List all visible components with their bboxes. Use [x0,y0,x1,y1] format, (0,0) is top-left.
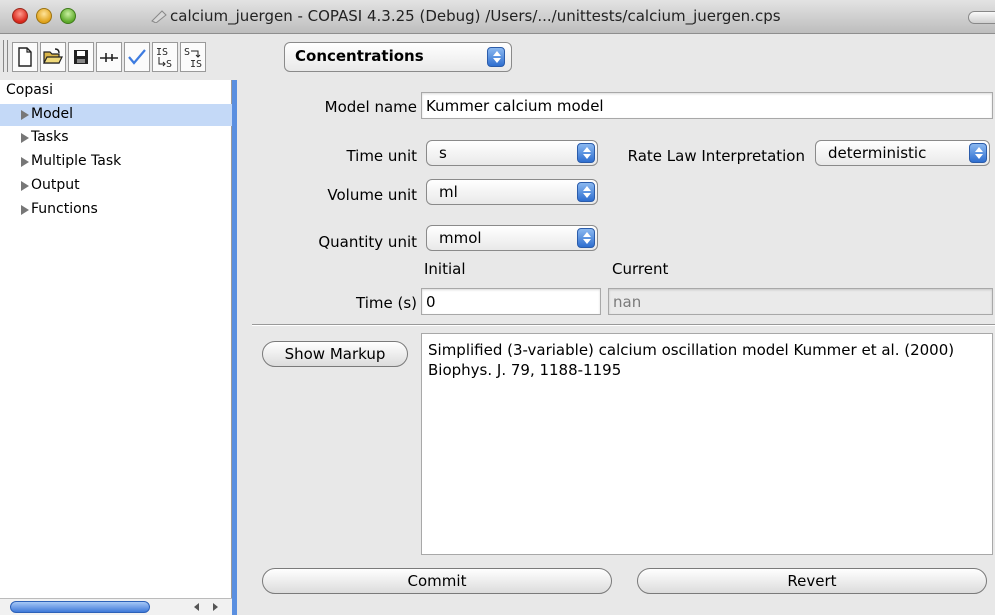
initial-column-header: Initial [424,260,466,278]
model-notes-textarea[interactable]: Simplified (3-variable) calcium oscillat… [421,333,993,555]
zoom-window-button[interactable] [60,8,76,24]
chevron-updown-icon [577,143,595,163]
commit-button[interactable]: Commit [262,568,612,594]
scroll-left-icon[interactable] [190,601,204,613]
toolbar-toggle-button[interactable] [968,11,995,24]
rate-law-value: deterministic [828,144,927,162]
time-current-field: nan [608,288,993,315]
quantity-mode-value: Concentrations [295,47,424,65]
tree-item-output[interactable]: Output [0,175,232,197]
tree-item-label: Model [31,106,74,122]
expand-arrow-icon[interactable] [21,110,29,120]
volume-unit-select[interactable]: ml [426,179,598,205]
is-to-s-button[interactable]: IS S [152,42,178,72]
svg-text:IS: IS [190,59,202,69]
object-tree: Copasi Model Tasks Multiple Task Output … [0,80,232,615]
panel-splitter[interactable] [232,80,237,615]
sliders-icon [100,53,118,62]
window-titlebar: calcium_juergen - COPASI 4.3.25 (Debug) … [0,0,995,34]
tree-item-label: Functions [31,201,98,217]
quantity-unit-value: mmol [439,229,482,247]
quantity-unit-label: Quantity unit [318,233,417,251]
tree-item-functions[interactable]: Functions [0,199,232,221]
new-document-button[interactable] [12,42,38,72]
expand-arrow-icon[interactable] [21,133,29,143]
tree-item-label: Output [31,177,80,193]
is-to-s-icon: ISS [156,47,172,69]
rate-law-label: Rate Law Interpretation [627,147,805,165]
sliders-button[interactable] [96,42,122,72]
time-initial-field[interactable]: 0 [421,288,601,315]
chevron-updown-icon [487,47,505,67]
time-unit-label: Time unit [346,147,417,165]
scroll-right-icon[interactable] [208,601,222,613]
quantity-unit-select[interactable]: mmol [426,225,598,251]
svg-text:IS: IS [156,47,168,58]
section-divider [252,324,995,326]
tree-root[interactable]: Copasi [6,82,53,98]
tree-item-label: Multiple Task [31,153,122,169]
minimize-window-button[interactable] [36,8,52,24]
chevron-updown-icon [577,182,595,202]
tree-item-label: Tasks [31,129,69,145]
s-to-is-button[interactable]: S IS [180,42,206,72]
open-button[interactable] [40,42,66,72]
check-icon [128,49,146,65]
document-proxy-icon[interactable] [150,9,168,23]
chevron-updown-icon [577,228,595,248]
s-to-is-icon: SIS [184,47,202,69]
expand-arrow-icon[interactable] [21,181,29,191]
chevron-updown-icon [969,143,987,163]
svg-text:S: S [166,59,172,69]
expand-arrow-icon[interactable] [21,205,29,215]
time-unit-select[interactable]: s [426,140,598,166]
window-title: calcium_juergen - COPASI 4.3.25 (Debug) … [170,7,781,25]
check-model-button[interactable] [124,42,150,72]
quantity-mode-select[interactable]: Concentrations [284,42,512,72]
save-disk-icon [74,50,88,64]
time-unit-value: s [439,144,447,162]
new-document-icon [18,47,32,67]
volume-unit-value: ml [439,183,458,201]
model-name-label: Model name [324,98,417,116]
svg-text:S: S [184,47,190,58]
expand-arrow-icon[interactable] [21,157,29,167]
volume-unit-label: Volume unit [327,186,417,204]
tree-item-multiple-task[interactable]: Multiple Task [0,151,232,173]
tree-horizontal-scrollbar[interactable] [0,598,232,615]
model-name-field[interactable]: Kummer calcium model [421,92,993,119]
rate-law-select[interactable]: deterministic [815,140,990,166]
time-label: Time (s) [356,294,417,312]
save-button[interactable] [68,42,94,72]
revert-button[interactable]: Revert [637,568,987,594]
scrollbar-thumb[interactable] [10,601,150,613]
current-column-header: Current [612,260,669,278]
close-window-button[interactable] [12,8,28,24]
tree-item-tasks[interactable]: Tasks [0,127,232,149]
show-markup-button[interactable]: Show Markup [262,341,408,367]
tree-item-model[interactable]: Model [0,104,232,126]
toolbar-grip[interactable] [3,40,8,72]
toolbar: IS S S IS Concentrations [0,35,995,79]
open-folder-icon [43,48,63,64]
